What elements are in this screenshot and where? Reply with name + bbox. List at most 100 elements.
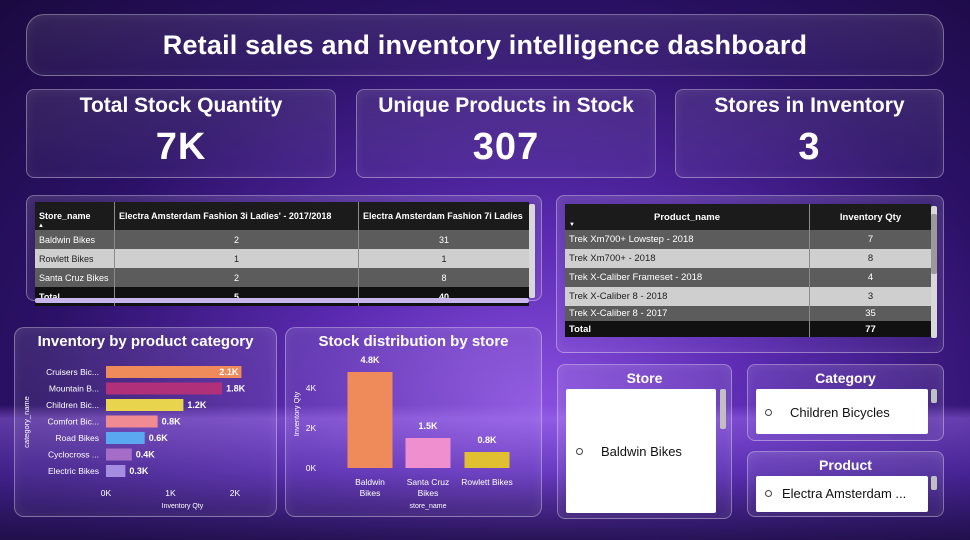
vertical-scrollbar[interactable] [931, 476, 937, 490]
table-cell: Trek X-Caliber Frameset - 2018 [565, 268, 810, 287]
store-matrix-card: Store_name ▲ Electra Amsterdam Fashion 3… [26, 195, 542, 306]
column-header-product-2[interactable]: Electra Amsterdam Fashion 7i Ladies [359, 202, 529, 230]
horizontal-scrollbar[interactable] [35, 298, 529, 303]
table-header-row: Store_name ▲ Electra Amsterdam Fashion 3… [35, 202, 529, 230]
category-bar-chart: Cruisers Bic... 2.1K Mountain B... 1.8K Chil… [22, 366, 246, 510]
bar [106, 432, 145, 444]
table-cell: 2 [115, 230, 359, 249]
category-tick-label: Comfort Bic... [48, 417, 99, 427]
slicer-option-children-bicycles[interactable]: Children Bicycles [765, 405, 890, 420]
y-axis-label: category_name [22, 396, 31, 448]
vertical-scrollbar[interactable] [931, 389, 937, 403]
table-cell: 2 [115, 268, 359, 287]
category-tick-label: Cyclocross ... [48, 450, 99, 460]
table-cell: 40 [438, 291, 449, 302]
table-cell: Total [35, 287, 115, 306]
kpi-card-unique-products: Unique Products in Stock 307 [356, 89, 656, 178]
table-cell: 35 [865, 308, 876, 319]
x-axis-label: store_name [410, 503, 447, 510]
table-row[interactable]: Santa Cruz Bikes 2 8 [35, 268, 529, 287]
table-cell: Trek Xm700+ Lowstep - 2018 [565, 230, 810, 249]
store-slicer-card: Store Baldwin Bikes [557, 364, 732, 519]
page-title: Retail sales and inventory intelligence … [162, 29, 808, 60]
table-row[interactable]: Trek X-Caliber 8 - 2018 3 [565, 287, 931, 306]
column-header-product-1[interactable]: Electra Amsterdam Fashion 3i Ladies' - 2… [115, 202, 359, 230]
bar [106, 382, 223, 395]
column-header-label: Electra Amsterdam Fashion 7i Ladies [363, 211, 523, 221]
kpi-label: Total Stock Quantity [79, 94, 283, 117]
data-label: 0.8K [477, 435, 497, 445]
category-tick-label: Baldwin [355, 477, 385, 487]
table-cell: 31 [438, 234, 449, 245]
radio-icon[interactable] [765, 490, 772, 497]
y-tick-label: 0K [306, 463, 317, 473]
slicer-title: Store [626, 370, 663, 386]
table-cell: 3 [867, 291, 874, 302]
product-slicer-list: Electra Amsterdam ... [756, 476, 928, 512]
category-tick-label: Children Bic... [46, 400, 99, 410]
radio-icon[interactable] [576, 448, 583, 455]
table-row[interactable]: Trek X-Caliber Frameset - 2018 4 [565, 268, 931, 287]
bar [405, 438, 451, 468]
slicer-option-electra-amsterdam[interactable]: Electra Amsterdam ... [765, 486, 906, 501]
bar [106, 415, 158, 428]
x-axis-label: Inventory Qty [162, 503, 204, 510]
column-header-label: Store_name [39, 211, 91, 221]
bar [106, 399, 184, 411]
bar [106, 465, 126, 477]
table-cell: 8 [441, 272, 447, 283]
sort-up-icon: ▲ [38, 223, 44, 229]
table-cell: 77 [865, 323, 876, 335]
table-cell: Total [565, 321, 810, 337]
scrollbar-thumb[interactable] [931, 214, 937, 274]
table-row[interactable]: Rowlett Bikes 1 1 [35, 249, 529, 268]
table-cell: Trek X-Caliber 8 - 2018 [565, 287, 810, 306]
data-label: 4.8K [360, 356, 380, 365]
column-header-label: Electra Amsterdam Fashion 3i Ladies' - 2… [119, 211, 332, 221]
x-tick-label: 0K [101, 488, 112, 498]
slicer-title: Product [819, 457, 872, 473]
table-cell: Baldwin Bikes [35, 230, 115, 249]
bar [464, 452, 510, 468]
store-matrix-table: Store_name ▲ Electra Amsterdam Fashion 3… [35, 202, 529, 306]
table-row[interactable]: Baldwin Bikes 2 31 [35, 230, 529, 249]
column-header-inventory-qty[interactable]: Inventory Qty [810, 204, 931, 230]
vertical-scrollbar[interactable] [720, 389, 726, 429]
data-label: 0.4K [136, 450, 156, 460]
category-tick-label: Santa Cruz [407, 477, 450, 487]
category-tick-label: Bikes [418, 488, 439, 498]
category-slicer-list: Children Bicycles [756, 389, 928, 434]
table-row[interactable]: Trek Xm700+ Lowstep - 2018 7 [565, 230, 931, 249]
data-label: 0.6K [149, 433, 169, 443]
category-chart-card: Inventory by product category Cruisers B… [14, 327, 277, 517]
vertical-scrollbar[interactable] [529, 204, 535, 298]
table-cell: Trek Xm700+ - 2018 [565, 249, 810, 268]
store-slicer-list: Baldwin Bikes [566, 389, 716, 513]
x-tick-label: 2K [230, 488, 241, 498]
slicer-option-label: Baldwin Bikes [601, 444, 682, 459]
slicer-option-baldwin-bikes[interactable]: Baldwin Bikes [576, 444, 682, 459]
y-tick-label: 2K [306, 423, 317, 433]
kpi-card-stores: Stores in Inventory 3 [675, 89, 944, 178]
column-header-product-name[interactable]: Product_name ▼ [565, 204, 810, 230]
column-header-store-name[interactable]: Store_name ▲ [35, 202, 115, 230]
table-row[interactable]: Trek X-Caliber 8 - 2017 35 [565, 306, 931, 321]
vertical-scrollbar[interactable] [931, 206, 937, 338]
y-axis-label: Inventory Qty [292, 391, 301, 436]
table-cell: 4 [867, 272, 874, 283]
product-slicer-card: Product Electra Amsterdam ... [747, 451, 944, 517]
slicer-title: Category [815, 370, 876, 386]
column-header-label: Inventory Qty [839, 211, 902, 223]
data-label: 1.5K [418, 421, 438, 431]
sort-down-icon: ▼ [569, 222, 575, 228]
table-total-row: Total 77 [565, 321, 931, 337]
data-label: 1.2K [187, 400, 207, 410]
product-table: Product_name ▼ Inventory Qty Trek Xm700+… [565, 204, 931, 337]
radio-icon[interactable] [765, 409, 772, 416]
table-row[interactable]: Trek Xm700+ - 2018 8 [565, 249, 931, 268]
category-tick-label: Bikes [360, 488, 381, 498]
kpi-value: 7K [155, 126, 207, 168]
bar [347, 372, 393, 468]
product-table-card: Product_name ▼ Inventory Qty Trek Xm700+… [556, 195, 944, 353]
chart-title: Stock distribution by store [318, 333, 509, 350]
